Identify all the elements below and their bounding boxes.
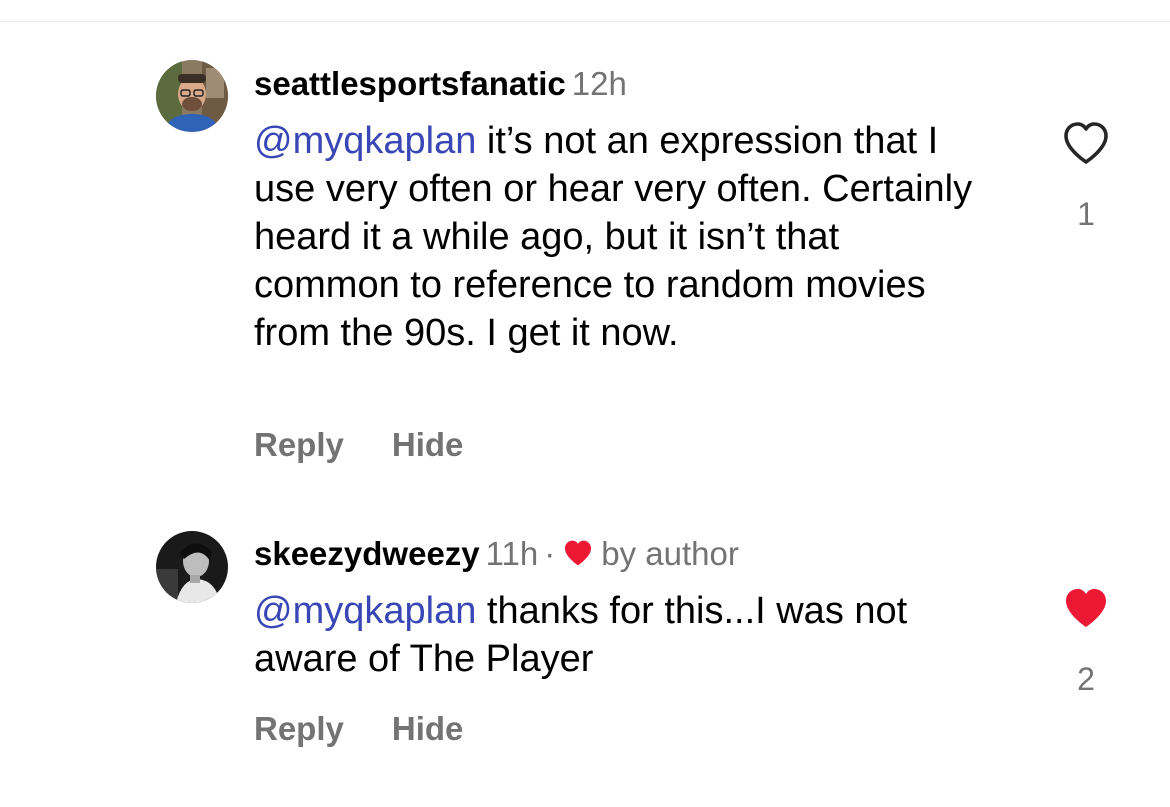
username[interactable]: skeezydweezy bbox=[254, 535, 480, 572]
heart-outline-icon[interactable] bbox=[1061, 120, 1111, 166]
hide-button[interactable]: Hide bbox=[392, 710, 464, 747]
comment-header: seattlesportsfanatic 12h bbox=[254, 64, 627, 104]
avatar-photo bbox=[156, 60, 228, 132]
comment-actions: Reply Hide bbox=[254, 426, 463, 464]
avatar[interactable] bbox=[156, 531, 228, 603]
heart-filled-icon bbox=[561, 538, 595, 568]
reply-button[interactable]: Reply bbox=[254, 426, 344, 463]
timestamp: 12h bbox=[571, 65, 627, 102]
hide-button[interactable]: Hide bbox=[392, 426, 464, 463]
username[interactable]: seattlesportsfanatic bbox=[254, 65, 566, 102]
timestamp: 11h bbox=[485, 535, 539, 572]
separator-dot: · bbox=[544, 535, 556, 572]
mention-link[interactable]: @myqkaplan bbox=[254, 120, 476, 162]
heart-filled-icon[interactable] bbox=[1061, 585, 1111, 631]
like-count[interactable]: 1 bbox=[1058, 196, 1114, 233]
mention-link[interactable]: @myqkaplan bbox=[254, 590, 476, 632]
avatar-photo bbox=[156, 531, 228, 603]
top-divider bbox=[0, 21, 1170, 22]
comment-header: skeezydweezy 11h · by author bbox=[254, 534, 739, 574]
reply-button[interactable]: Reply bbox=[254, 710, 344, 747]
like-control: 2 bbox=[1058, 585, 1114, 698]
comment-actions: Reply Hide bbox=[254, 710, 463, 748]
comment-text: @myqkaplan thanks for this...I was not a… bbox=[254, 587, 994, 683]
author-liked-badge: by author bbox=[601, 535, 739, 572]
avatar[interactable] bbox=[156, 60, 228, 132]
comment-text: @myqkaplan it’s not an expression that I… bbox=[254, 117, 994, 357]
like-control: 1 bbox=[1058, 120, 1114, 233]
like-count[interactable]: 2 bbox=[1058, 661, 1114, 698]
